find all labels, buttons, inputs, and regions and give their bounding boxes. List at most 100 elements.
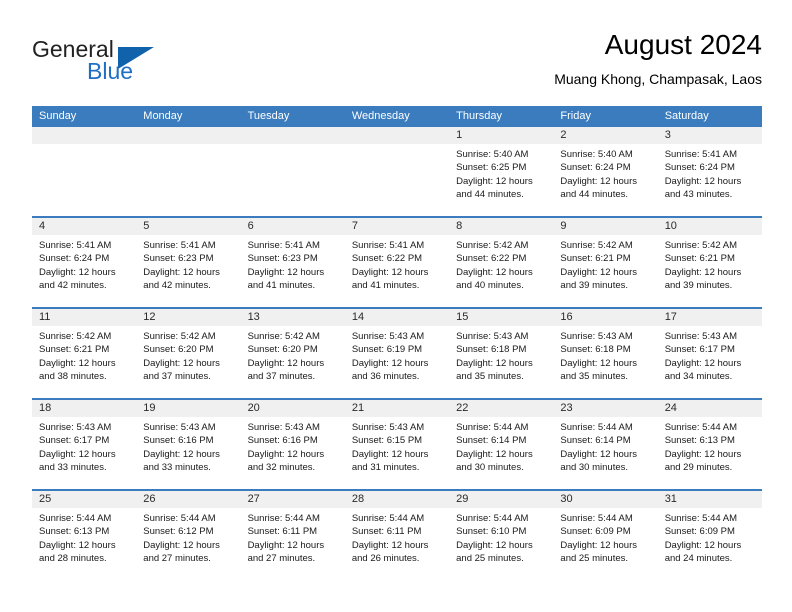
daylight-text: Daylight: 12 hours and 44 minutes. [560,175,637,200]
calendar-day-cell[interactable]: 25 Sunrise: 5:44 AM Sunset: 6:13 PM Dayligh… [32,491,137,580]
sunrise-text: Sunrise: 5:44 AM [664,513,738,524]
sunset-text: Sunset: 6:12 PM [143,526,214,538]
sunrise-text: Sunrise: 5:44 AM [351,513,425,524]
daylight-text: Daylight: 12 hours and 40 minutes. [456,266,533,291]
sunset-text: Sunset: 6:21 PM [39,344,110,356]
day-number: 30 [553,491,658,508]
daylight-text: Daylight: 12 hours and 42 minutes. [143,266,220,291]
sunrise-text: Sunrise: 5:42 AM [247,331,320,342]
sunset-text: Sunset: 6:15 PM [351,435,423,447]
day-number: 21 [344,400,450,417]
calendar-day-cell[interactable]: 23 Sunrise: 5:44 AM Sunset: 6:14 PM Dayligh… [553,400,658,489]
day-details: Sunrise: 5:42 AM Sunset: 6:22 PM Daylight:… [449,235,553,296]
calendar-day-cell[interactable]: 11 Sunrise: 5:42 AM Sunset: 6:21 PM Dayligh… [32,309,137,398]
daylight-text: Daylight: 12 hours and 25 minutes. [456,539,533,564]
calendar-day-cell[interactable]: 18 Sunrise: 5:43 AM Sunset: 6:17 PM Dayligh… [32,400,137,489]
day-number: 17 [657,309,762,326]
sunset-text: Sunset: 6:24 PM [560,162,631,174]
calendar-day-cell[interactable]: 10 Sunrise: 5:42 AM Sunset: 6:21 PM Dayligh… [657,218,762,307]
calendar-day-cell[interactable]: 14 Sunrise: 5:43 AM Sunset: 6:19 PM Dayligh… [344,309,450,398]
calendar-day-cell[interactable]: 22 Sunrise: 5:44 AM Sunset: 6:14 PM Dayligh… [449,400,554,489]
sunset-text: Sunset: 6:16 PM [143,435,214,447]
calendar-day-cell[interactable]: 20 Sunrise: 5:43 AM Sunset: 6:16 PM Dayligh… [240,400,345,489]
calendar-day-cell[interactable]: 30 Sunrise: 5:44 AM Sunset: 6:09 PM Dayligh… [553,491,658,580]
sunrise-text: Sunrise: 5:43 AM [664,331,738,342]
calendar-day-cell[interactable]: 13 Sunrise: 5:42 AM Sunset: 6:20 PM Dayligh… [240,309,345,398]
sunset-text: Sunset: 6:24 PM [664,162,735,174]
calendar-day-cell[interactable]: 17 Sunrise: 5:43 AM Sunset: 6:17 PM Dayligh… [657,309,762,398]
day-number: 18 [32,400,137,417]
calendar-day-cell[interactable]: 8 Sunrise: 5:42 AM Sunset: 6:22 PM Daylight… [449,218,554,307]
sunrise-text: Sunrise: 5:40 AM [456,149,529,160]
day-number: 25 [32,491,137,508]
sunset-text: Sunset: 6:11 PM [247,526,318,538]
calendar-day-cell[interactable]: 1 Sunrise: 5:40 AM Sunset: 6:25 PM Daylight… [449,127,554,216]
calendar-day-cell[interactable]: 28 Sunrise: 5:44 AM Sunset: 6:11 PM Dayligh… [344,491,450,580]
calendar-day-cell[interactable]: 2 Sunrise: 5:40 AM Sunset: 6:24 PM Daylight… [553,127,658,216]
daylight-text: Daylight: 12 hours and 41 minutes. [247,266,325,291]
calendar-day-cell[interactable]: 4 Sunrise: 5:41 AM Sunset: 6:24 PM Daylight… [32,218,137,307]
calendar-day-cell[interactable]: 16 Sunrise: 5:43 AM Sunset: 6:18 PM Dayligh… [553,309,658,398]
daylight-text: Daylight: 12 hours and 29 minutes. [664,448,742,473]
calendar-day-cell[interactable]: 6 Sunrise: 5:41 AM Sunset: 6:23 PM Daylight… [240,218,345,307]
calendar-day-cell[interactable]: 7 Sunrise: 5:41 AM Sunset: 6:22 PM Daylight… [344,218,450,307]
sunrise-text: Sunrise: 5:44 AM [39,513,112,524]
daylight-text: Daylight: 12 hours and 39 minutes. [560,266,637,291]
sunrise-text: Sunrise: 5:41 AM [664,149,738,160]
calendar-day-cell[interactable]: 12 Sunrise: 5:42 AM Sunset: 6:20 PM Dayligh… [136,309,241,398]
sunrise-text: Sunrise: 5:43 AM [39,422,112,433]
calendar-day-cell[interactable]: 15 Sunrise: 5:43 AM Sunset: 6:18 PM Dayligh… [449,309,554,398]
daylight-text: Daylight: 12 hours and 37 minutes. [143,357,220,382]
sunset-text: Sunset: 6:23 PM [143,253,214,265]
daylight-text: Daylight: 12 hours and 25 minutes. [560,539,637,564]
sunrise-text: Sunrise: 5:41 AM [143,240,216,251]
page-header: General Blue August 2024 Muang Khong, Ch… [32,28,762,100]
calendar-day-cell[interactable]: 29 Sunrise: 5:44 AM Sunset: 6:10 PM Dayligh… [449,491,554,580]
brand-name-blue: Blue [87,58,134,84]
day-details: Sunrise: 5:42 AM Sunset: 6:21 PM Daylight:… [658,235,762,296]
weekday-header-monday: Monday [143,110,183,122]
day-number: 11 [32,309,137,326]
day-details: Sunrise: 5:44 AM Sunset: 6:10 PM Daylight:… [449,508,553,569]
calendar-day-cell[interactable]: 19 Sunrise: 5:43 AM Sunset: 6:16 PM Dayligh… [136,400,241,489]
calendar-day-cell[interactable]: 27 Sunrise: 5:44 AM Sunset: 6:11 PM Dayligh… [240,491,345,580]
calendar-day-cell-empty [344,127,450,216]
daylight-text: Daylight: 12 hours and 27 minutes. [143,539,220,564]
day-details: Sunrise: 5:44 AM Sunset: 6:14 PM Daylight:… [449,417,553,478]
day-number: 24 [657,400,762,417]
sunrise-text: Sunrise: 5:44 AM [247,513,320,524]
calendar-day-cell[interactable]: 24 Sunrise: 5:44 AM Sunset: 6:13 PM Dayligh… [657,400,762,489]
brand-logo[interactable]: General Blue [32,36,172,90]
sunset-text: Sunset: 6:09 PM [560,526,631,538]
day-number: 4 [32,218,137,235]
daylight-text: Daylight: 12 hours and 36 minutes. [351,357,429,382]
calendar-day-cell[interactable]: 3 Sunrise: 5:41 AM Sunset: 6:24 PM Daylight… [657,127,762,216]
weekday-header-saturday: Saturday [664,110,709,122]
calendar-day-cell[interactable]: 21 Sunrise: 5:43 AM Sunset: 6:15 PM Dayligh… [344,400,450,489]
sunrise-text: Sunrise: 5:41 AM [351,240,425,251]
day-details: Sunrise: 5:44 AM Sunset: 6:11 PM Daylight:… [345,508,449,569]
sunset-text: Sunset: 6:19 PM [351,344,423,356]
day-number: 16 [553,309,658,326]
day-number: 2 [553,127,658,144]
sunset-text: Sunset: 6:17 PM [39,435,110,447]
day-details: Sunrise: 5:40 AM Sunset: 6:25 PM Daylight:… [449,144,553,205]
calendar-day-cell[interactable]: 26 Sunrise: 5:44 AM Sunset: 6:12 PM Dayligh… [136,491,241,580]
day-details: Sunrise: 5:44 AM Sunset: 6:12 PM Daylight:… [136,508,240,569]
sunrise-text: Sunrise: 5:42 AM [39,331,112,342]
calendar-day-cell-empty [136,127,241,216]
daylight-text: Daylight: 12 hours and 35 minutes. [456,357,533,382]
day-number: 1 [449,127,554,144]
sunset-text: Sunset: 6:10 PM [456,526,527,538]
day-number: 31 [657,491,762,508]
sunset-text: Sunset: 6:17 PM [664,344,735,356]
daylight-text: Daylight: 12 hours and 43 minutes. [664,175,742,200]
daylight-text: Daylight: 12 hours and 42 minutes. [39,266,116,291]
day-number: 20 [240,400,345,417]
calendar-day-cell[interactable]: 9 Sunrise: 5:42 AM Sunset: 6:21 PM Daylight… [553,218,658,307]
calendar-day-cell[interactable]: 5 Sunrise: 5:41 AM Sunset: 6:23 PM Daylight… [136,218,241,307]
calendar-day-cell[interactable]: 31 Sunrise: 5:44 AM Sunset: 6:09 PM Dayligh… [657,491,762,580]
sunrise-text: Sunrise: 5:43 AM [456,331,529,342]
sunset-text: Sunset: 6:13 PM [664,435,735,447]
sunset-text: Sunset: 6:14 PM [456,435,527,447]
